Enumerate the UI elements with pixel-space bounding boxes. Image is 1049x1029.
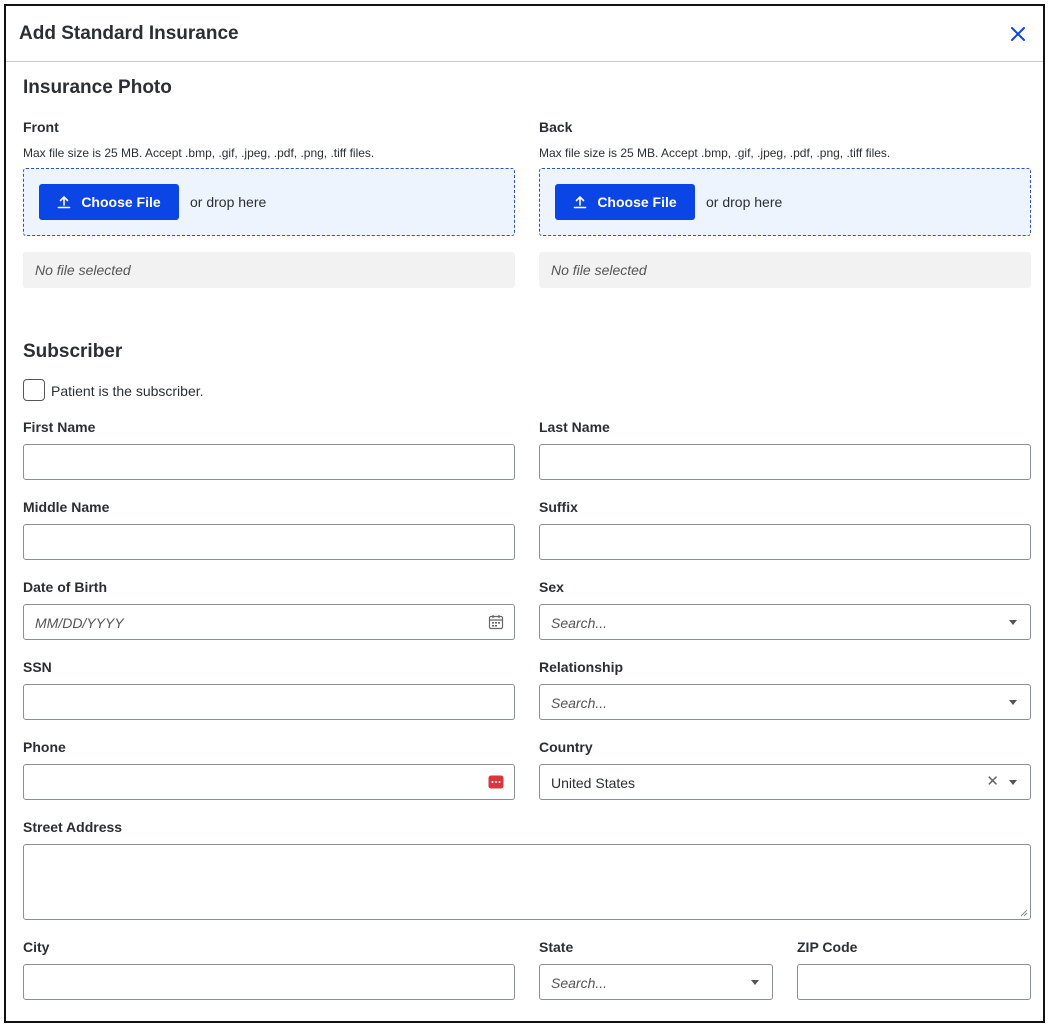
first-name-label: First Name (23, 419, 96, 435)
city-label: City (23, 939, 50, 955)
close-icon[interactable] (1007, 23, 1029, 45)
phone-label: Phone (23, 739, 66, 755)
patient-is-subscriber-label: Patient is the subscriber. (51, 383, 204, 399)
back-drop-text: or drop here (706, 194, 783, 210)
upload-icon (574, 195, 587, 209)
back-choose-file-button[interactable]: Choose File (555, 184, 695, 220)
state-label: State (539, 939, 574, 955)
sex-placeholder: Search... (551, 615, 608, 631)
zip-code-field[interactable] (797, 964, 1031, 1000)
street-address-textarea[interactable] (23, 844, 1031, 920)
city-field[interactable] (23, 964, 515, 1000)
add-insurance-modal: Add Standard Insurance Insurance Photo F… (4, 4, 1045, 1023)
front-drop-text: or drop here (190, 194, 267, 210)
last-name-field[interactable] (539, 444, 1031, 480)
relationship-select[interactable]: Search... (539, 684, 1031, 720)
ssn-label: SSN (23, 659, 52, 675)
state-select[interactable]: Search... (539, 964, 773, 1000)
middle-name-field[interactable] (23, 524, 515, 560)
zip-code-label: ZIP Code (797, 939, 858, 955)
chevron-down-icon[interactable] (1009, 700, 1017, 705)
phone-field[interactable] (23, 764, 515, 800)
country-label: Country (539, 739, 593, 755)
first-name-field[interactable] (23, 444, 515, 480)
back-hint: Max file size is 25 MB. Accept .bmp, .gi… (539, 146, 891, 160)
ssn-field[interactable] (23, 684, 515, 720)
front-file-status: No file selected (23, 252, 515, 288)
modal-title: Add Standard Insurance (19, 22, 239, 44)
country-value: United States (551, 775, 636, 791)
modal-header: Add Standard Insurance (6, 6, 1043, 62)
front-choose-file-label: Choose File (81, 194, 161, 210)
front-choose-file-button[interactable]: Choose File (39, 184, 179, 220)
sex-label: Sex (539, 579, 564, 595)
relationship-label: Relationship (539, 659, 624, 675)
back-label: Back (539, 119, 573, 135)
dob-placeholder: MM/DD/YYYY (35, 615, 124, 631)
back-file-status: No file selected (539, 252, 1031, 288)
subscriber-heading: Subscriber (23, 341, 123, 362)
upload-icon (58, 195, 71, 209)
back-dropzone[interactable]: Choose File or drop here (539, 168, 1031, 236)
password-manager-icon[interactable] (488, 774, 504, 790)
calendar-icon[interactable] (488, 614, 504, 630)
back-choose-file-label: Choose File (597, 194, 677, 210)
front-hint: Max file size is 25 MB. Accept .bmp, .gi… (23, 146, 375, 160)
resize-handle-icon[interactable] (1020, 909, 1028, 917)
front-dropzone[interactable]: Choose File or drop here (23, 168, 515, 236)
state-placeholder: Search... (551, 975, 608, 991)
country-select[interactable]: United States ✕ (539, 764, 1031, 800)
insurance-photo-heading: Insurance Photo (23, 77, 172, 98)
chevron-down-icon[interactable] (1009, 780, 1017, 785)
street-address-label: Street Address (23, 819, 123, 835)
dob-field[interactable]: MM/DD/YYYY (23, 604, 515, 640)
sex-select[interactable]: Search... (539, 604, 1031, 640)
chevron-down-icon[interactable] (751, 980, 759, 985)
patient-is-subscriber-checkbox[interactable] (23, 379, 45, 401)
relationship-placeholder: Search... (551, 695, 608, 711)
front-label: Front (23, 119, 59, 135)
chevron-down-icon[interactable] (1009, 620, 1017, 625)
suffix-label: Suffix (539, 499, 578, 515)
clear-icon[interactable]: ✕ (986, 774, 999, 790)
dob-label: Date of Birth (23, 579, 107, 595)
last-name-label: Last Name (539, 419, 610, 435)
middle-name-label: Middle Name (23, 499, 110, 515)
suffix-field[interactable] (539, 524, 1031, 560)
